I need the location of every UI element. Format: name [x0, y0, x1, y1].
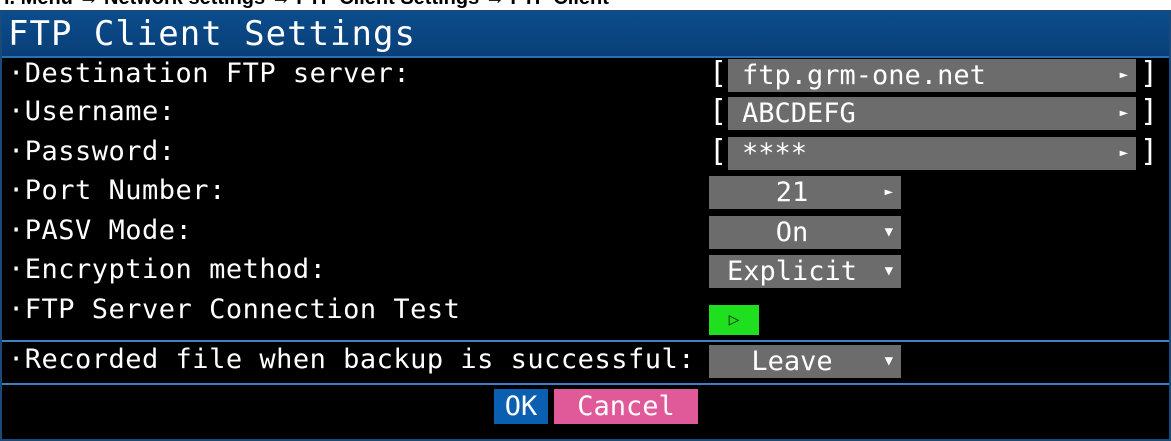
destination-server-field[interactable]: ftp.grm-one.net ► [728, 59, 1136, 92]
title-bar: FTP Client Settings [2, 12, 1169, 58]
page: i. Menu → Network settings → FTP Client … [0, 0, 1171, 441]
chevron-down-icon: ▼ [884, 224, 893, 240]
username-label: ·Username: [8, 96, 176, 127]
pasv-mode-label: ·PASV Mode: [8, 215, 193, 246]
password-field[interactable]: **** ► [728, 137, 1136, 170]
connection-test-button[interactable]: ▷ [709, 305, 759, 335]
pasv-mode-select[interactable]: On ▼ [709, 216, 901, 249]
right-arrow-icon: ► [1119, 67, 1128, 83]
destination-server-label: ·Destination FTP server: [8, 58, 411, 89]
encryption-method-label: ·Encryption method: [8, 254, 327, 285]
port-number-label: ·Port Number: [8, 175, 226, 206]
breadcrumb: i. Menu → Network settings → FTP Client … [0, 0, 1171, 10]
right-arrow-icon: ► [1119, 105, 1128, 121]
divider [2, 383, 1169, 385]
recorded-file-value: Leave [751, 346, 833, 377]
encryption-method-select[interactable]: Explicit ▼ [709, 255, 901, 288]
chevron-down-icon: ▼ [884, 353, 893, 369]
recorded-file-select[interactable]: Leave ▼ [709, 345, 901, 378]
port-number-field[interactable]: 21 ► [709, 176, 901, 209]
right-arrow-icon: ► [884, 184, 893, 200]
bracket-close: ] [1140, 134, 1159, 169]
password-label: ·Password: [8, 136, 176, 167]
recorded-file-label: ·Recorded file when backup is successful… [8, 344, 695, 375]
bracket-open: [ [709, 134, 728, 169]
password-value: **** [742, 138, 808, 169]
bracket-close: ] [1140, 94, 1159, 129]
username-field[interactable]: ABCDEFG ► [728, 97, 1136, 130]
connection-test-label: ·FTP Server Connection Test [8, 294, 461, 325]
ok-button[interactable]: OK [494, 389, 548, 424]
chevron-down-icon: ▼ [884, 263, 893, 279]
divider [2, 340, 1169, 342]
breadcrumb-text: i. Menu → Network settings → FTP Client … [4, 0, 609, 10]
destination-server-value: ftp.grm-one.net [742, 60, 986, 91]
window-title: FTP Client Settings [8, 14, 416, 54]
encryption-method-value: Explicit [726, 256, 858, 287]
bracket-open: [ [709, 56, 728, 91]
port-number-value: 21 [775, 177, 809, 208]
username-value: ABCDEFG [742, 98, 856, 129]
right-arrow-icon: ► [1119, 145, 1128, 161]
ftp-client-settings-window: FTP Client Settings ·Destination FTP ser… [0, 10, 1171, 441]
bracket-close: ] [1140, 56, 1159, 91]
play-icon: ▷ [728, 309, 740, 330]
cancel-button[interactable]: Cancel [554, 389, 698, 424]
bracket-open: [ [709, 94, 728, 129]
pasv-mode-value: On [775, 217, 809, 248]
